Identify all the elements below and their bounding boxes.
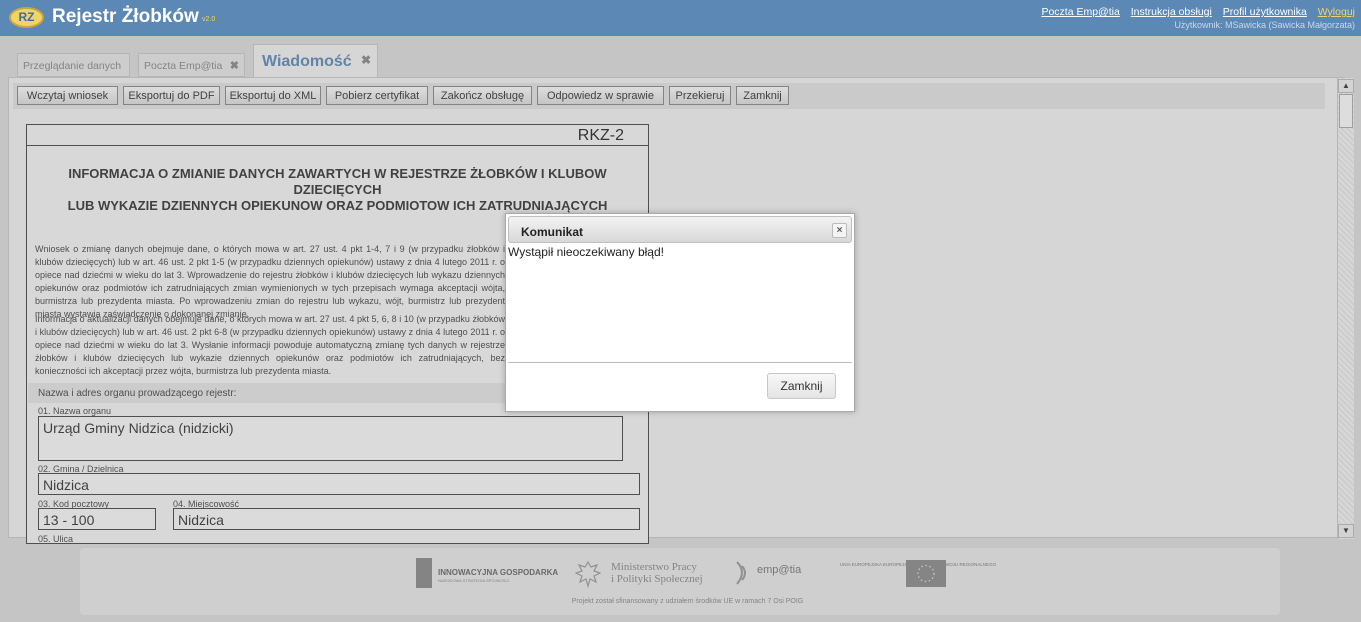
dialog-close-icon[interactable]: × xyxy=(832,223,847,238)
user-info: Użytkownik: MSawicka (Sawicka Małgorzata… xyxy=(1174,20,1355,30)
poczta-link[interactable]: Poczta Emp@tia xyxy=(1041,6,1119,18)
app-logo: RZ xyxy=(9,7,44,28)
logout-link[interactable]: Wyloguj xyxy=(1318,6,1355,18)
app-version: v2.0 xyxy=(202,16,216,23)
profil-link[interactable]: Profil użytkownika xyxy=(1223,6,1307,18)
dialog-message: Wystąpił nieoczekiwany błąd! xyxy=(508,245,664,259)
dialog-title: Komunikat xyxy=(521,225,584,239)
app-title: Rejestr Żłobków xyxy=(52,6,199,27)
dialog-divider xyxy=(508,362,852,363)
komunikat-dialog: Komunikat × Wystąpił nieoczekiwany błąd!… xyxy=(505,213,855,412)
dialog-header: Komunikat × xyxy=(508,216,852,243)
top-links: Poczta Emp@tia Instrukcja obsługi Profil… xyxy=(1033,6,1355,18)
app-header: RZ Rejestr Żłobków v2.0 Poczta Emp@tia I… xyxy=(0,0,1361,36)
instrukcja-link[interactable]: Instrukcja obsługi xyxy=(1131,6,1212,18)
dialog-zamknij-button[interactable]: Zamknij xyxy=(767,373,836,399)
